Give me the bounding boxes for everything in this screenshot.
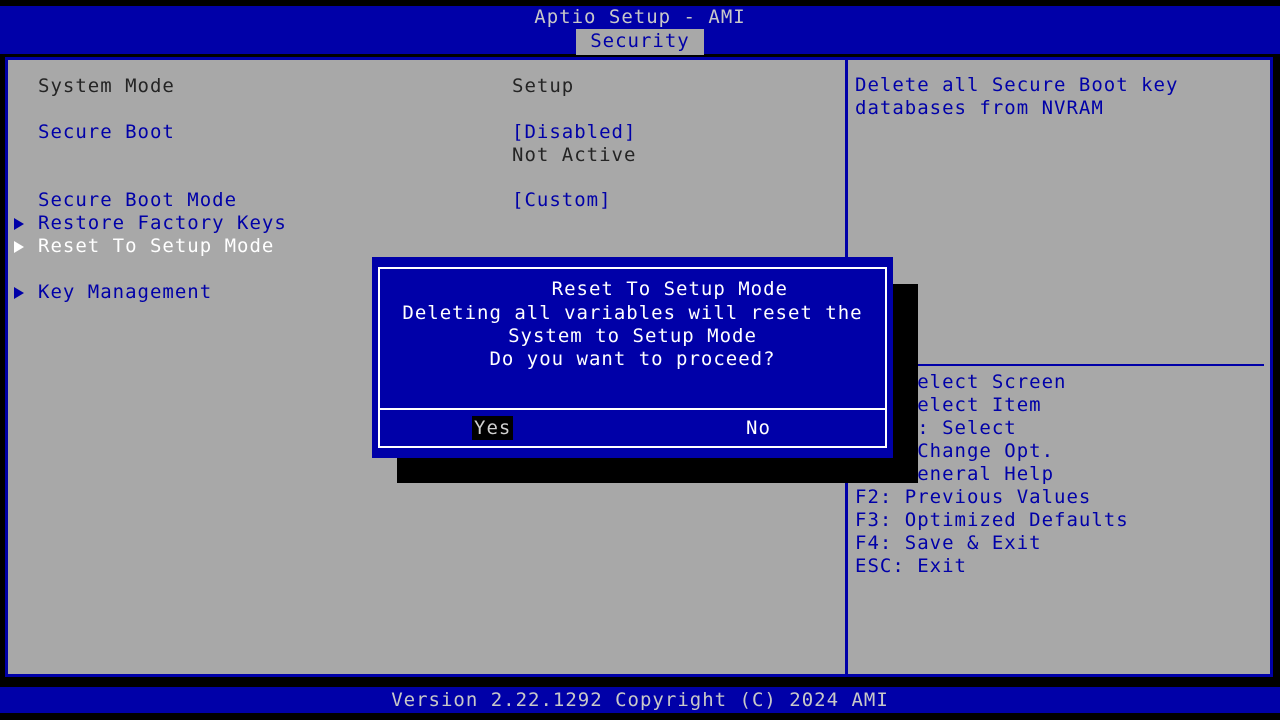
- setting-label: System Mode: [38, 75, 175, 97]
- setting-label: Restore Factory Keys: [38, 212, 287, 234]
- submenu-arrow-icon: [14, 287, 24, 299]
- setting-label: Key Management: [38, 281, 213, 303]
- dialog-message-line: Deleting all variables will reset the: [402, 302, 863, 324]
- setting-value[interactable]: [Disabled]: [512, 121, 636, 144]
- version-bar: Version 2.22.1292 Copyright (C) 2024 AMI: [0, 687, 1280, 713]
- help-panel: Delete all Secure Boot key databases from…: [855, 74, 1265, 120]
- dialog-actions: Yes No: [380, 416, 885, 448]
- dialog-message-line: Do you want to proceed?: [489, 348, 776, 370]
- submenu-arrow-icon: [14, 218, 24, 230]
- dialog-message: Deleting all variables will reset the Sys…: [380, 302, 885, 371]
- setting-value: Not Active: [512, 144, 637, 166]
- no-button[interactable]: No: [746, 416, 771, 440]
- dialog-button-separator: [380, 408, 885, 410]
- legend-line: ESC: Exit: [855, 555, 967, 577]
- confirm-dialog: Reset To Setup Mode Deleting all variabl…: [372, 257, 893, 458]
- tab-bar: Security: [0, 28, 1280, 55]
- legend-line: F2: Previous Values: [855, 486, 1092, 508]
- setting-label: Secure Boot: [38, 121, 175, 143]
- setting-value[interactable]: [Custom]: [512, 189, 612, 212]
- submenu-arrow-icon: [14, 241, 24, 253]
- setting-value: Setup: [512, 75, 575, 97]
- yes-button[interactable]: Yes: [472, 416, 514, 440]
- dialog-message-line: System to Setup Mode: [508, 325, 757, 347]
- setting-row[interactable]: Restore Factory Keys: [0, 212, 845, 235]
- dialog-title-text: Reset To Setup Mode: [541, 278, 798, 300]
- setting-row[interactable]: System Mode Setup: [0, 75, 845, 98]
- setting-label: Secure Boot Mode: [38, 189, 238, 211]
- tab-security[interactable]: Security: [576, 28, 704, 55]
- legend-line: F3: Optimized Defaults: [855, 509, 1129, 531]
- setting-row[interactable]: Not Active: [0, 144, 845, 167]
- setting-row[interactable]: Secure Boot Mode [Custom]: [0, 189, 845, 212]
- page-title: Aptio Setup - AMI: [534, 6, 746, 28]
- setting-row[interactable]: Secure Boot [Disabled]: [0, 121, 845, 144]
- help-line: Delete all Secure Boot key: [855, 74, 1179, 96]
- bios-setup-screen: Aptio Setup - AMI Security System Mode Se…: [0, 0, 1280, 720]
- setting-row[interactable]: Reset To Setup Mode: [0, 235, 845, 258]
- legend-line: F4: Save & Exit: [855, 532, 1042, 554]
- setting-label: Reset To Setup Mode: [38, 235, 275, 257]
- version-text: Version 2.22.1292 Copyright (C) 2024 AMI: [391, 689, 889, 711]
- help-line: databases from NVRAM: [855, 97, 1104, 119]
